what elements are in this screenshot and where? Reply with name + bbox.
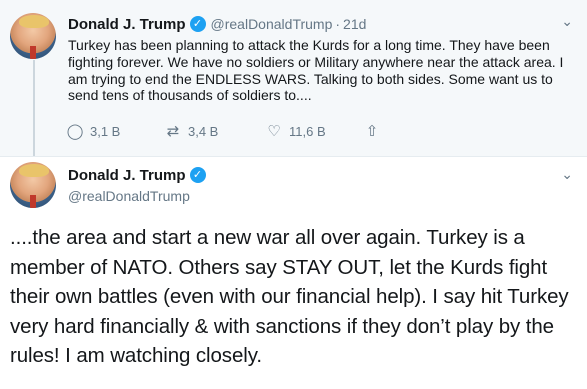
- share-icon: ⇧: [365, 123, 379, 140]
- retweet-button[interactable]: ⇄ 3,4 B: [164, 122, 265, 140]
- tweet-text: Turkey has been planning to attack the K…: [68, 37, 564, 104]
- tweet-thread: Donald J. Trump ✓ @realDonaldTrump · 21d…: [0, 0, 587, 389]
- author-avatar[interactable]: [10, 13, 56, 59]
- thread-connector-line: [33, 60, 35, 156]
- author-handle[interactable]: @realDonaldTrump: [68, 188, 206, 204]
- tweet-timestamp[interactable]: 21d: [343, 16, 366, 32]
- reply-icon: ◯: [66, 123, 84, 140]
- separator-dot: ·: [335, 16, 341, 32]
- like-button[interactable]: ♡ 11,6 B: [265, 122, 363, 140]
- reply-count: 3,1 B: [90, 123, 121, 139]
- retweet-icon: ⇄: [166, 123, 180, 140]
- reply-button[interactable]: ◯ 3,1 B: [66, 122, 164, 140]
- parent-tweet[interactable]: Donald J. Trump ✓ @realDonaldTrump · 21d…: [0, 0, 587, 156]
- chevron-down-icon[interactable]: ⌄: [561, 13, 573, 30]
- verified-badge-icon: ✓: [189, 167, 206, 183]
- author-handle[interactable]: @realDonaldTrump: [211, 16, 333, 32]
- like-count: 11,6 B: [289, 123, 326, 139]
- like-icon: ♡: [267, 123, 281, 140]
- author-avatar[interactable]: [10, 162, 56, 208]
- retweet-count: 3,4 B: [188, 123, 219, 139]
- tweet-actions: ◯ 3,1 B ⇄ 3,4 B ♡ 11,6 B ⇧: [66, 122, 381, 140]
- tweet-divider: [0, 156, 587, 157]
- tweet-header: Donald J. Trump ✓ @realDonaldTrump: [68, 166, 206, 204]
- verified-badge-icon: ✓: [189, 16, 206, 32]
- tweet-text: ....the area and start a new war all ove…: [10, 226, 569, 367]
- share-button[interactable]: ⇧: [363, 122, 381, 140]
- tweet-header: Donald J. Trump ✓ @realDonaldTrump · 21d: [68, 15, 366, 33]
- author-name[interactable]: Donald J. Trump: [68, 167, 186, 184]
- chevron-down-icon[interactable]: ⌄: [561, 166, 573, 183]
- author-name[interactable]: Donald J. Trump: [68, 16, 186, 33]
